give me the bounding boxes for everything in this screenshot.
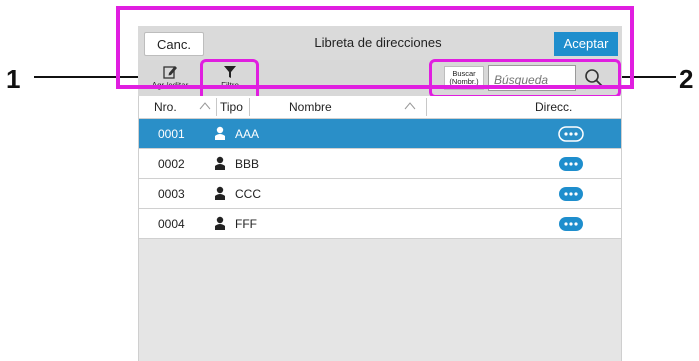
row-number: 0003 — [158, 187, 185, 201]
person-icon — [215, 216, 225, 230]
table-row[interactable]: 0002 BBB — [139, 149, 621, 179]
row-number: 0001 — [158, 127, 185, 141]
more-dots-icon[interactable] — [558, 126, 584, 142]
more-dots-icon[interactable] — [558, 186, 584, 202]
person-icon — [215, 156, 225, 170]
table-row[interactable]: 0001 AAA — [139, 119, 621, 149]
more-dots-icon[interactable] — [558, 156, 584, 172]
table-row[interactable]: 0003 CCC — [139, 179, 621, 209]
row-name: FFF — [235, 217, 257, 231]
row-number: 0002 — [158, 157, 185, 171]
person-icon — [215, 186, 225, 200]
address-table: Nro. Tipo Nombre Direcc. 0001 AAA 0002 B… — [138, 96, 622, 361]
column-header-direcc[interactable]: Direcc. — [535, 100, 572, 114]
row-name: AAA — [235, 127, 260, 141]
table-row[interactable]: 0004 FFF — [139, 209, 621, 239]
column-header-tipo[interactable]: Tipo — [220, 100, 243, 114]
table-header: Nro. Tipo Nombre Direcc. — [139, 96, 621, 119]
row-name: BBB — [235, 157, 260, 171]
search-highlight-frame — [429, 59, 621, 98]
more-dots-icon[interactable] — [558, 216, 584, 232]
row-name: CCC — [235, 187, 261, 201]
column-header-nro[interactable]: Nro. — [154, 100, 177, 114]
row-number: 0004 — [158, 217, 185, 231]
sort-icon[interactable] — [404, 102, 416, 110]
column-header-nombre[interactable]: Nombre — [289, 100, 332, 114]
callout-number-1: 1 — [6, 64, 21, 94]
person-icon — [215, 126, 225, 140]
column-divider — [216, 98, 217, 116]
sort-icon[interactable] — [199, 102, 211, 110]
callout-number-2: 2 — [679, 64, 694, 94]
column-divider — [249, 98, 250, 116]
column-divider — [426, 98, 427, 116]
